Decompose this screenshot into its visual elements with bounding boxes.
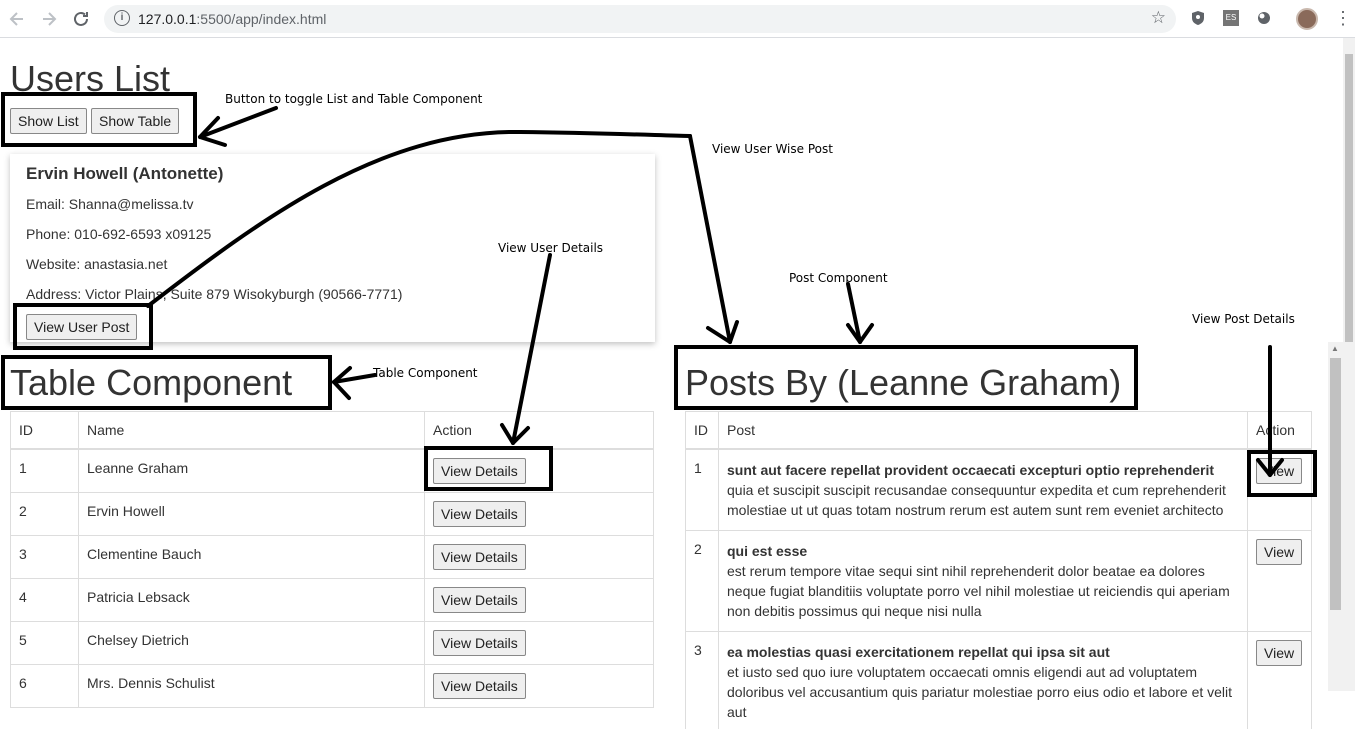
- view-post-button[interactable]: View: [1256, 640, 1302, 666]
- post-body: est rerum tempore vitae sequi sint nihil…: [727, 561, 1239, 621]
- post-cell: sunt aut facere repellat provident occae…: [719, 449, 1248, 531]
- user-id: 4: [11, 579, 79, 622]
- user-phone: Phone: 010-692-6593 x09125: [26, 226, 211, 242]
- note-user-wise-post: View User Wise Post: [712, 142, 833, 156]
- user-id: 5: [11, 622, 79, 665]
- posts-scrollbar[interactable]: ▲: [1328, 342, 1343, 691]
- users-table-header: ID Name Action: [11, 412, 654, 450]
- browser-toolbar: i 127.0.0.1:5500/app/index.html ☆ ES ⋮: [0, 0, 1355, 38]
- posts-scroll-area[interactable]: ID Post Action 1 sunt aut facere repella…: [685, 411, 1328, 729]
- view-details-button[interactable]: View Details: [433, 501, 526, 527]
- user-name-cell: Mrs. Dennis Schulist: [79, 665, 425, 708]
- table-component-highlight: [1, 355, 332, 410]
- posts-table: ID Post Action 1 sunt aut facere repella…: [685, 411, 1312, 729]
- col-header-post: Post: [719, 412, 1248, 450]
- table-row: 1 Leanne Graham View Details: [11, 449, 654, 493]
- view-user-post-highlight: [13, 303, 153, 350]
- profile-avatar[interactable]: [1296, 8, 1318, 30]
- posts-scrollbar-thumb[interactable]: [1330, 358, 1341, 610]
- user-id: 1: [11, 449, 79, 493]
- arrow-left-icon: [6, 8, 28, 30]
- post-id: 2: [686, 531, 719, 632]
- action-cell: View Details: [425, 493, 654, 536]
- extension-circle-icon[interactable]: [1256, 10, 1272, 26]
- arrow-right-icon: [38, 8, 60, 30]
- page-scrollbar[interactable]: [1343, 38, 1355, 691]
- view-details-button[interactable]: View Details: [433, 673, 526, 699]
- view-post-highlight: [1247, 450, 1317, 497]
- post-title: ea molestias quasi exercitationem repell…: [727, 642, 1239, 662]
- user-email: Email: Shanna@melissa.tv: [26, 196, 194, 212]
- extension-es-icon[interactable]: ES: [1223, 10, 1239, 26]
- extension-shield-icon[interactable]: [1190, 10, 1206, 26]
- address-bar[interactable]: i 127.0.0.1:5500/app/index.html ☆: [104, 5, 1176, 33]
- table-row: 2 qui est esse est rerum tempore vitae s…: [686, 531, 1312, 632]
- user-name: Ervin Howell (Antonette): [26, 164, 223, 184]
- table-row: 4 Patricia Lebsack View Details: [11, 579, 654, 622]
- table-row: 5 Chelsey Dietrich View Details: [11, 622, 654, 665]
- table-row: 2 Ervin Howell View Details: [11, 493, 654, 536]
- user-id: 2: [11, 493, 79, 536]
- menu-dots-icon[interactable]: ⋮: [1334, 7, 1352, 29]
- post-title: sunt aut facere repellat provident occae…: [727, 460, 1239, 480]
- user-id: 3: [11, 536, 79, 579]
- post-cell: ea molestias quasi exercitationem repell…: [719, 632, 1248, 729]
- view-details-button[interactable]: View Details: [433, 544, 526, 570]
- col-header-id: ID: [11, 412, 79, 450]
- view-details-button[interactable]: View Details: [433, 630, 526, 656]
- post-title: qui est esse: [727, 541, 1239, 561]
- post-cell: qui est esse est rerum tempore vitae seq…: [719, 531, 1248, 632]
- posts-title-highlight: [674, 345, 1138, 410]
- toggle-buttons-highlight: [1, 92, 197, 147]
- reload-icon: [70, 8, 92, 30]
- posts-table-header: ID Post Action: [686, 412, 1312, 450]
- reload-button[interactable]: [70, 8, 92, 30]
- table-row: 1 sunt aut facere repellat provident occ…: [686, 449, 1312, 531]
- user-name-cell: Ervin Howell: [79, 493, 425, 536]
- post-id: 3: [686, 632, 719, 729]
- post-id: 1: [686, 449, 719, 531]
- note-toggle: Button to toggle List and Table Componen…: [225, 92, 482, 106]
- url-text[interactable]: 127.0.0.1:5500/app/index.html: [138, 11, 326, 27]
- action-cell: View: [1248, 632, 1312, 729]
- back-button[interactable]: [6, 8, 28, 30]
- scroll-up-icon[interactable]: ▲: [1331, 344, 1339, 353]
- action-cell: View Details: [425, 622, 654, 665]
- col-header-action: Action: [1248, 412, 1312, 450]
- user-id: 6: [11, 665, 79, 708]
- action-cell: View Details: [425, 665, 654, 708]
- bookmark-star-icon[interactable]: ☆: [1151, 8, 1166, 28]
- user-name-cell: Chelsey Dietrich: [79, 622, 425, 665]
- extension-es-label: ES: [1226, 13, 1237, 22]
- table-row: 3 Clementine Bauch View Details: [11, 536, 654, 579]
- user-website: Website: anastasia.net: [26, 256, 167, 272]
- table-row: 3 ea molestias quasi exercitationem repe…: [686, 632, 1312, 729]
- action-cell: View Details: [425, 536, 654, 579]
- note-post-details: View Post Details: [1192, 312, 1295, 326]
- view-details-button[interactable]: View Details: [433, 587, 526, 613]
- user-name-cell: Leanne Graham: [79, 449, 425, 493]
- url-path: :5500/app/index.html: [196, 11, 326, 27]
- post-body: et iusto sed quo iure voluptatem occaeca…: [727, 662, 1239, 722]
- view-details-highlight: [424, 446, 553, 491]
- users-table: ID Name Action 1 Leanne Graham View Deta…: [10, 411, 654, 708]
- note-post-component: Post Component: [789, 271, 888, 285]
- info-icon[interactable]: i: [114, 10, 130, 26]
- user-name-cell: Clementine Bauch: [79, 536, 425, 579]
- col-header-action: Action: [425, 412, 654, 450]
- action-cell: View Details: [425, 579, 654, 622]
- post-body: quia et suscipit suscipit recusandae con…: [727, 480, 1239, 520]
- col-header-name: Name: [79, 412, 425, 450]
- note-user-details: View User Details: [498, 241, 603, 255]
- url-host: 127.0.0.1: [138, 11, 196, 27]
- action-cell: View: [1248, 531, 1312, 632]
- col-header-id: ID: [686, 412, 719, 450]
- table-row: 6 Mrs. Dennis Schulist View Details: [11, 665, 654, 708]
- page-scrollbar-thumb[interactable]: [1345, 54, 1353, 342]
- forward-button[interactable]: [38, 8, 60, 30]
- view-post-button[interactable]: View: [1256, 539, 1302, 565]
- user-address: Address: Victor Plains, Suite 879 Wisoky…: [26, 286, 402, 302]
- user-name-cell: Patricia Lebsack: [79, 579, 425, 622]
- note-table-component: Table Component: [373, 366, 478, 380]
